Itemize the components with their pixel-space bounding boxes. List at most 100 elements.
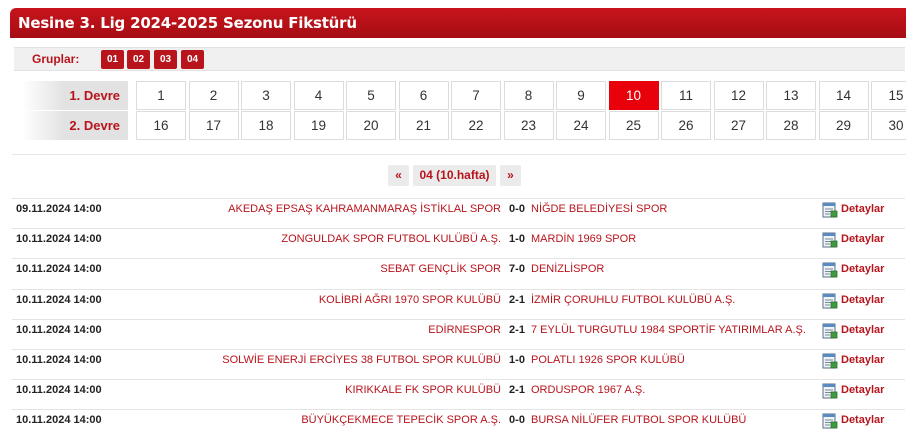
week-12-button[interactable]: 12 <box>713 81 764 110</box>
week-13-button[interactable]: 13 <box>766 81 816 110</box>
away-team-link[interactable]: ORDUSPOR 1967 A.Ş. <box>531 380 645 401</box>
week-6-button[interactable]: 6 <box>398 81 449 110</box>
week-24-button[interactable]: 24 <box>556 111 606 140</box>
match-date: 10.11.2024 14:00 <box>16 293 102 306</box>
home-team-link[interactable]: ZONGULDAK SPOR FUTBOL KULÜBÜ A.Ş. <box>281 229 501 250</box>
week-5-button[interactable]: 5 <box>346 81 396 110</box>
week-2-button[interactable]: 2 <box>188 81 239 110</box>
match-row: 10.11.2024 14:00 KOLİBRİ AĞRI 1970 SPOR K… <box>12 288 905 311</box>
week-16-button[interactable]: 16 <box>136 111 186 140</box>
match-date: 10.11.2024 14:00 <box>16 384 102 397</box>
groups-label: Gruplar: <box>32 52 80 66</box>
home-team-link[interactable]: KIRIKKALE FK SPOR KULÜBÜ <box>345 380 501 401</box>
match-score: 1-0 <box>509 354 525 366</box>
week-3-button[interactable]: 3 <box>241 81 291 110</box>
week-15-button[interactable]: 15 <box>871 81 906 110</box>
previous-week-button[interactable]: « <box>388 165 409 186</box>
home-team-link[interactable]: KOLİBRİ AĞRI 1970 SPOR KULÜBÜ <box>319 290 501 311</box>
match-date: 10.11.2024 14:00 <box>16 414 102 427</box>
details-label: Detaylar <box>841 263 885 276</box>
details-label: Detaylar <box>841 414 885 427</box>
week-11-button[interactable]: 11 <box>661 81 711 110</box>
match-score: 2-1 <box>509 293 525 306</box>
home-team-link[interactable]: EDİRNESPOR <box>428 320 501 341</box>
match-date: 09.11.2024 14:00 <box>16 203 102 215</box>
week-29-button[interactable]: 29 <box>818 111 869 140</box>
match-row: 10.11.2024 14:00 BÜYÜKÇEKMECE TEPECİK SPO… <box>12 409 905 430</box>
document-icon <box>822 262 838 278</box>
home-team-link[interactable]: SEBAT GENÇLİK SPOR <box>380 259 501 280</box>
away-team-link[interactable]: İZMİR ÇORUHLU FUTBOL KULÜBÜ A.Ş. <box>531 290 735 311</box>
match-row: 10.11.2024 14:00 EDİRNESPOR 2-1 7 EYLÜL TUR… <box>12 318 905 341</box>
match-row: 10.11.2024 14:00 SEBAT GENÇLİK SPOR 7-0 DEN… <box>12 258 905 279</box>
week-20-button[interactable]: 20 <box>346 111 396 140</box>
devre-2-label: 2. Devre <box>22 111 128 140</box>
week-selector: 1. Devre 2. Devre 1 2 3 4 5 6 7 8 9 10 11 12 13 14 15 … <box>12 75 906 155</box>
match-date: 10.11.2024 14:00 <box>16 354 102 366</box>
details-label: Detaylar <box>841 233 885 246</box>
week-21-button[interactable]: 21 <box>398 111 449 140</box>
document-icon <box>822 413 838 429</box>
week-18-button[interactable]: 18 <box>241 111 291 140</box>
home-team-link[interactable]: AKEDAŞ EPSAŞ KAHRAMANMARAŞ İSTİKLAL SPOR <box>228 199 501 220</box>
current-week-label: 04 (10.hafta) <box>413 165 496 186</box>
page-title: Nesine 3. Lig 2024-2025 Sezonu Fikstürü <box>18 14 357 32</box>
match-date: 10.11.2024 14:00 <box>16 323 102 336</box>
week-1-button[interactable]: 1 <box>136 81 186 110</box>
details-label: Detaylar <box>841 203 885 215</box>
match-score: 1-0 <box>509 233 525 246</box>
away-team-link[interactable]: MARDİN 1969 SPOR <box>531 229 636 250</box>
week-7-button[interactable]: 7 <box>451 81 501 110</box>
week-14-button[interactable]: 14 <box>818 81 869 110</box>
week-10-button[interactable]: 10 <box>608 81 659 110</box>
home-team-link[interactable]: BÜYÜKÇEKMECE TEPECİK SPOR A.Ş. <box>301 410 501 431</box>
week-30-button[interactable]: 30 <box>871 111 906 140</box>
group-button-04[interactable]: 04 <box>181 50 204 69</box>
details-label: Detaylar <box>841 323 885 336</box>
document-icon <box>822 323 838 339</box>
match-score: 2-1 <box>509 384 525 397</box>
group-button-02[interactable]: 02 <box>127 50 150 69</box>
match-score: 2-1 <box>509 323 525 336</box>
groups-row: Gruplar: 01 02 03 04 <box>14 47 905 71</box>
match-row: 10.11.2024 14:00 ZONGULDAK SPOR FUTBOL KU… <box>12 228 905 249</box>
week-23-button[interactable]: 23 <box>503 111 554 140</box>
away-team-link[interactable]: DENİZLİSPOR <box>531 259 604 280</box>
document-icon <box>822 232 838 248</box>
week-17-button[interactable]: 17 <box>188 111 239 140</box>
week-26-button[interactable]: 26 <box>661 111 711 140</box>
page-header: Nesine 3. Lig 2024-2025 Sezonu Fikstürü <box>10 8 906 38</box>
match-date: 10.11.2024 14:00 <box>16 263 102 276</box>
week-25-button[interactable]: 25 <box>608 111 659 140</box>
group-button-01[interactable]: 01 <box>101 50 124 69</box>
away-team-link[interactable]: BURSA NİLÜFER FUTBOL SPOR KULÜBÜ <box>531 410 746 431</box>
away-team-link[interactable]: NİĞDE BELEDİYESİ SPOR <box>531 199 667 220</box>
next-week-button[interactable]: » <box>500 165 521 186</box>
details-label: Detaylar <box>841 354 885 366</box>
away-team-link[interactable]: 7 EYLÜL TURGUTLU 1984 SPORTİF YATIRIMLAR… <box>531 320 806 341</box>
details-label: Detaylar <box>841 384 885 397</box>
match-score: 0-0 <box>509 414 525 427</box>
document-icon <box>822 293 838 309</box>
details-label: Detaylar <box>841 293 885 306</box>
week-8-button[interactable]: 8 <box>503 81 554 110</box>
devre-1-label: 1. Devre <box>22 81 128 110</box>
document-icon <box>822 202 838 218</box>
group-button-03[interactable]: 03 <box>154 50 177 69</box>
week-4-button[interactable]: 4 <box>293 81 344 110</box>
match-score: 7-0 <box>509 263 525 276</box>
match-date: 10.11.2024 14:00 <box>16 233 102 246</box>
document-icon <box>822 353 838 369</box>
away-team-link[interactable]: POLATLI 1926 SPOR KULÜBÜ <box>531 350 685 371</box>
week-27-button[interactable]: 27 <box>713 111 764 140</box>
week-9-button[interactable]: 9 <box>556 81 606 110</box>
match-score: 0-0 <box>509 203 525 215</box>
match-row: 10.11.2024 14:00 KIRIKKALE FK SPOR KULÜBÜ… <box>12 379 905 400</box>
document-icon <box>822 383 838 399</box>
week-19-button[interactable]: 19 <box>293 111 344 140</box>
week-28-button[interactable]: 28 <box>766 111 816 140</box>
match-row: 09.11.2024 14:00 AKEDAŞ EPSAŞ KAHRAMANMAR… <box>12 198 905 219</box>
home-team-link[interactable]: SOLWİE ENERJİ ERCİYES 38 FUTBOL SPOR KUL… <box>222 350 501 371</box>
week-22-button[interactable]: 22 <box>451 111 501 140</box>
match-row: 10.11.2024 14:00 SOLWİE ENERJİ ERCİYES 38… <box>12 349 905 370</box>
